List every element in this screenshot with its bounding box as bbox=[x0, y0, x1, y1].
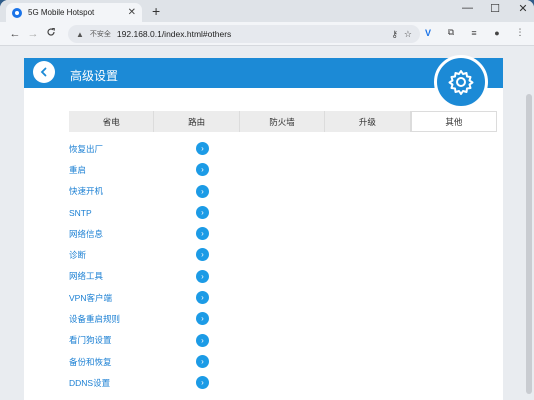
toolbar-actions: V ⧉ ≡ ● ⋮ bbox=[422, 27, 526, 38]
tab-routing[interactable]: 路由 bbox=[154, 111, 240, 132]
extension-v-icon[interactable]: V bbox=[422, 28, 434, 38]
extensions-puzzle-icon[interactable]: ⧉ bbox=[445, 27, 457, 38]
menu-item-reboot-schedule[interactable]: 设备重启规则 › bbox=[69, 308, 219, 329]
chevron-right-icon[interactable]: › bbox=[196, 269, 209, 283]
menu-item-ddns[interactable]: DDNS设置 › bbox=[69, 372, 219, 393]
menu-item-label[interactable]: 看门狗设置 bbox=[69, 334, 112, 346]
menu-item-watchdog[interactable]: 看门狗设置 › bbox=[69, 330, 219, 351]
back-button[interactable]: ← bbox=[6, 28, 24, 40]
window-controls: — ☐ ✕ bbox=[462, 2, 528, 15]
chevron-right-icon[interactable]: › bbox=[196, 142, 209, 155]
gear-icon bbox=[448, 70, 474, 95]
menu-item-reboot[interactable]: 重启 › bbox=[69, 159, 219, 180]
menu-item-label[interactable]: 设备重启规则 bbox=[69, 313, 120, 325]
menu-item-vpn-client[interactable]: VPN客户端 › bbox=[69, 287, 219, 308]
chevron-right-icon[interactable]: › bbox=[196, 205, 209, 219]
settings-menu: 恢复出厂 › 重启 › 快速开机 › SNTP › 网络信息 › 诊断 › 网络… bbox=[69, 138, 219, 394]
reload-button[interactable] bbox=[42, 27, 60, 40]
tab-strip: 5G Mobile Hotspot ✕ + — ☐ ✕ bbox=[0, 0, 534, 22]
page-scrollbar[interactable] bbox=[526, 94, 532, 394]
page-title: 高级设置 bbox=[70, 69, 119, 83]
reload-icon bbox=[47, 28, 55, 36]
url-text[interactable]: 192.168.0.1/index.html#others bbox=[117, 29, 385, 39]
card-header: 高级设置 bbox=[24, 55, 503, 109]
browser-toolbar: ← → ▲ 不安全 192.168.0.1/index.html#others … bbox=[0, 22, 534, 46]
menu-item-label[interactable]: SNTP bbox=[69, 208, 92, 218]
menu-item-sntp[interactable]: SNTP › bbox=[69, 202, 219, 223]
forward-button[interactable]: → bbox=[24, 28, 42, 40]
tab-close-icon[interactable]: ✕ bbox=[128, 7, 136, 18]
browser-window: 5G Mobile Hotspot ✕ + — ☐ ✕ ← → ▲ 不安全 19… bbox=[0, 0, 534, 400]
browser-tab[interactable]: 5G Mobile Hotspot ✕ bbox=[6, 3, 142, 22]
menu-item-label[interactable]: 网络信息 bbox=[69, 228, 103, 240]
chevron-right-icon[interactable]: › bbox=[196, 354, 209, 368]
password-key-icon[interactable]: ⚷ bbox=[391, 29, 398, 40]
menu-item-label[interactable]: VPN客户端 bbox=[69, 292, 112, 304]
menu-item-network-tools[interactable]: 网络工具 › bbox=[69, 266, 219, 287]
tab-firewall[interactable]: 防火墙 bbox=[240, 111, 326, 132]
not-secure-label[interactable]: 不安全 bbox=[90, 29, 111, 39]
chevron-right-icon[interactable]: › bbox=[196, 184, 209, 198]
tab-upgrade[interactable]: 升级 bbox=[325, 111, 411, 132]
reading-list-icon[interactable]: ≡ bbox=[468, 28, 480, 38]
chevron-right-icon[interactable]: › bbox=[196, 291, 209, 305]
menu-item-backup-restore[interactable]: 备份和恢复 › bbox=[69, 351, 219, 372]
menu-item-label[interactable]: DDNS设置 bbox=[69, 377, 110, 389]
new-tab-button[interactable]: + bbox=[152, 3, 160, 19]
minimize-button[interactable]: — bbox=[462, 2, 473, 15]
chevron-right-icon[interactable]: › bbox=[196, 376, 209, 390]
close-window-button[interactable]: ✕ bbox=[518, 2, 528, 15]
chevron-right-icon[interactable]: › bbox=[196, 163, 209, 177]
page-viewport: 高级设置 省电 路由 防火墙 升级 其他 恢复出厂 › 重启 › 快速开机 › … bbox=[0, 46, 534, 400]
menu-item-label[interactable]: 备份和恢复 bbox=[69, 356, 112, 368]
chevron-right-icon[interactable]: › bbox=[196, 227, 209, 241]
menu-item-label[interactable]: 网络工具 bbox=[69, 270, 103, 282]
menu-item-diagnostics[interactable]: 诊断 › bbox=[69, 244, 219, 265]
chevron-right-icon[interactable]: › bbox=[196, 312, 209, 326]
tab-others[interactable]: 其他 bbox=[410, 111, 498, 132]
chevron-right-icon[interactable]: › bbox=[196, 248, 209, 262]
maximize-button[interactable]: ☐ bbox=[490, 2, 500, 15]
menu-item-label[interactable]: 重启 bbox=[69, 164, 86, 176]
settings-badge bbox=[434, 55, 488, 109]
tab-power-saving[interactable]: 省电 bbox=[69, 111, 155, 132]
bookmark-star-icon[interactable]: ☆ bbox=[404, 29, 412, 40]
not-secure-icon[interactable]: ▲ bbox=[76, 30, 84, 39]
back-arrow-button[interactable] bbox=[33, 61, 55, 83]
menu-item-label[interactable]: 恢复出厂 bbox=[69, 143, 103, 155]
menu-item-factory-reset[interactable]: 恢复出厂 › bbox=[69, 138, 219, 159]
address-bar[interactable]: ▲ 不安全 192.168.0.1/index.html#others ⚷ ☆ bbox=[68, 25, 420, 43]
settings-tabs: 省电 路由 防火墙 升级 其他 bbox=[69, 111, 498, 132]
tab-title: 5G Mobile Hotspot bbox=[28, 8, 95, 17]
menu-item-network-info[interactable]: 网络信息 › bbox=[69, 223, 219, 244]
favicon-icon bbox=[12, 7, 22, 18]
chevron-right-icon[interactable]: › bbox=[196, 333, 209, 347]
menu-item-label[interactable]: 快速开机 bbox=[69, 185, 103, 197]
menu-item-fast-boot[interactable]: 快速开机 › bbox=[69, 181, 219, 202]
settings-card: 高级设置 省电 路由 防火墙 升级 其他 恢复出厂 › 重启 › 快速开机 › … bbox=[24, 55, 503, 400]
profile-icon[interactable]: ● bbox=[491, 28, 503, 38]
menu-item-label[interactable]: 诊断 bbox=[69, 249, 86, 261]
more-menu-icon[interactable]: ⋮ bbox=[514, 27, 526, 38]
chevron-left-icon bbox=[40, 67, 47, 77]
